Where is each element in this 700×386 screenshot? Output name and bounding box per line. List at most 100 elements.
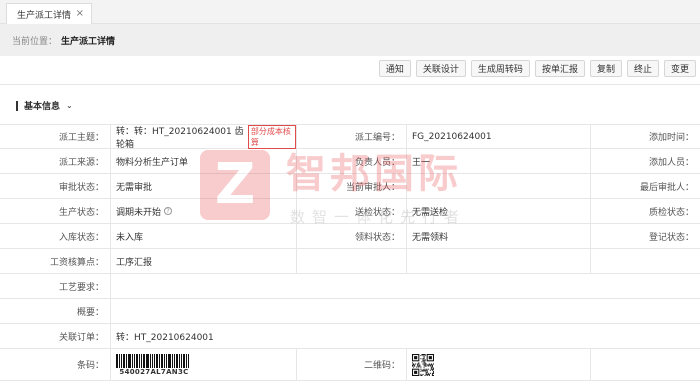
table-row: 工艺要求： (0, 274, 700, 299)
barcode-bar (183, 353, 185, 368)
breadcrumb-current: 生产派工详情 (61, 36, 116, 47)
barcode-bar (166, 353, 167, 368)
prod-status-text: 调期未开始 (116, 207, 162, 218)
process-req-value (110, 274, 700, 298)
dispatch-subject-value: 转：转：HT_20210624001 齿轮箱 部分成本核算 (110, 124, 296, 150)
empty-cell (406, 249, 590, 273)
barcode-bar (176, 353, 178, 368)
field-label: 概要： (76, 307, 104, 318)
send-check-value: 无需送检 (406, 199, 590, 223)
barcode-bar (188, 353, 189, 368)
field-label: 送检状态： (296, 199, 406, 223)
qr-code-icon (412, 353, 434, 376)
empty-cell (296, 249, 406, 273)
field-label: 添加人员： (590, 149, 700, 173)
wage-point-value: 工序汇报 (110, 249, 296, 273)
basic-info-table: 派工主题： 转：转：HT_20210624001 齿轮箱 部分成本核算 派工编号… (0, 124, 700, 381)
action-toolbar: 通知 关联设计 生成周转码 按单汇报 复制 终止 变更 (378, 60, 696, 78)
field-label: 工艺要求： (58, 282, 104, 293)
summary-value (110, 299, 700, 323)
barcode-bar (179, 353, 180, 368)
barcode: 540027AL7AN3C (116, 353, 192, 376)
table-row: 条码： 540027AL7AN3C 二维码： (0, 349, 700, 381)
barcode-bar (139, 353, 140, 368)
table-row: 关联订单： 转：HT_20210624001 (0, 324, 700, 349)
barcode-bar (174, 353, 175, 368)
field-label: 派工编号： (296, 125, 406, 148)
report-by-order-button[interactable]: 按单汇报 (534, 60, 585, 77)
barcode-bar (168, 353, 171, 368)
source-value: 物料分析生产订单 (110, 149, 296, 173)
terminate-button[interactable]: 终止 (626, 60, 659, 77)
barcode-bar (119, 353, 120, 368)
field-label: 添加时间： (590, 125, 700, 148)
barcode-bar (121, 353, 122, 368)
tab-bar: 生产派工详情 × (0, 0, 700, 24)
barcode-bar (143, 353, 145, 368)
barcode-bar (159, 353, 160, 368)
section-marker (16, 100, 18, 111)
current-reviewer-value (406, 174, 590, 198)
tab-label: 生产派工详情 (17, 10, 72, 21)
barcode-bar (116, 353, 118, 368)
barcode-cell: 540027AL7AN3C (110, 349, 296, 380)
copy-button[interactable]: 复制 (589, 60, 622, 77)
prod-status-value: 调期未开始 ? (110, 199, 296, 223)
breadcrumb: 当前位置： 生产派工详情 (0, 24, 700, 56)
barcode-bar (154, 353, 155, 368)
responsible-value: 王一 (406, 149, 590, 173)
generate-turnover-code-button[interactable]: 生成周转码 (470, 60, 530, 77)
cost-status-badge: 部分成本核算 (247, 124, 296, 149)
link-design-button[interactable]: 关联设计 (415, 60, 466, 77)
tab-production-dispatch-detail[interactable]: 生产派工详情 × (6, 3, 92, 24)
breadcrumb-label: 当前位置： (12, 36, 58, 47)
table-row: 概要： (0, 299, 700, 324)
barcode-bar (134, 353, 135, 368)
field-label: 工资核算点： (49, 257, 104, 268)
barcode-bar (132, 353, 133, 368)
change-button[interactable]: 变更 (663, 60, 696, 77)
empty-cell (590, 249, 700, 273)
help-icon[interactable]: ? (164, 207, 173, 215)
chevron-down-icon[interactable]: ⌄ (66, 101, 73, 110)
field-label: 负责人员： (296, 149, 406, 173)
barcode-bar (172, 353, 173, 368)
field-label: 派工来源： (58, 157, 104, 168)
barcode-bar (146, 353, 149, 368)
field-label: 二维码： (296, 349, 406, 380)
table-row: 审批状态： 无需审批 当前审批人： 最后审批人： (0, 174, 700, 199)
qrcode-cell (406, 349, 590, 380)
linked-order-value[interactable]: 转：HT_20210624001 (110, 324, 700, 348)
field-label: 入库状态： (58, 232, 104, 243)
barcode-bar (181, 353, 182, 368)
close-icon[interactable]: × (76, 8, 84, 19)
barcode-bar (136, 353, 138, 368)
barcode-bar (156, 353, 158, 368)
material-status-value: 无需领料 (406, 224, 590, 248)
empty-cell (590, 349, 700, 380)
barcode-bar (186, 353, 187, 368)
barcode-bar (152, 353, 153, 368)
table-row: 入库状态： 未入库 领料状态： 无需领料 登记状态： (0, 224, 700, 249)
barcode-bar (126, 353, 127, 368)
barcode-bar (141, 353, 142, 368)
barcode-text: 540027AL7AN3C (119, 367, 189, 376)
divider (0, 84, 700, 85)
table-row: 生产状态： 调期未开始 ? 送检状态： 无需送检 质检状态： (0, 199, 700, 224)
barcode-bar (164, 353, 165, 368)
field-label: 生产状态： (58, 207, 104, 218)
barcode-bar (123, 353, 125, 368)
field-label: 领料状态： (296, 224, 406, 248)
field-label: 最后审批人： (590, 174, 700, 198)
review-status-value: 无需审批 (110, 174, 296, 198)
section-title: 基本信息 (24, 102, 61, 112)
section-header-basic-info[interactable]: 基本信息 ⌄ (16, 99, 73, 112)
field-label: 质检状态： (590, 199, 700, 223)
field-label: 登记状态： (590, 224, 700, 248)
field-label: 关联订单： (58, 332, 104, 343)
field-label: 条码： (76, 361, 104, 371)
barcode-bar (128, 353, 131, 368)
table-row: 派工主题： 转：转：HT_20210624001 齿轮箱 部分成本核算 派工编号… (0, 124, 700, 150)
notify-button[interactable]: 通知 (378, 60, 411, 77)
table-row: 工资核算点： 工序汇报 (0, 249, 700, 274)
